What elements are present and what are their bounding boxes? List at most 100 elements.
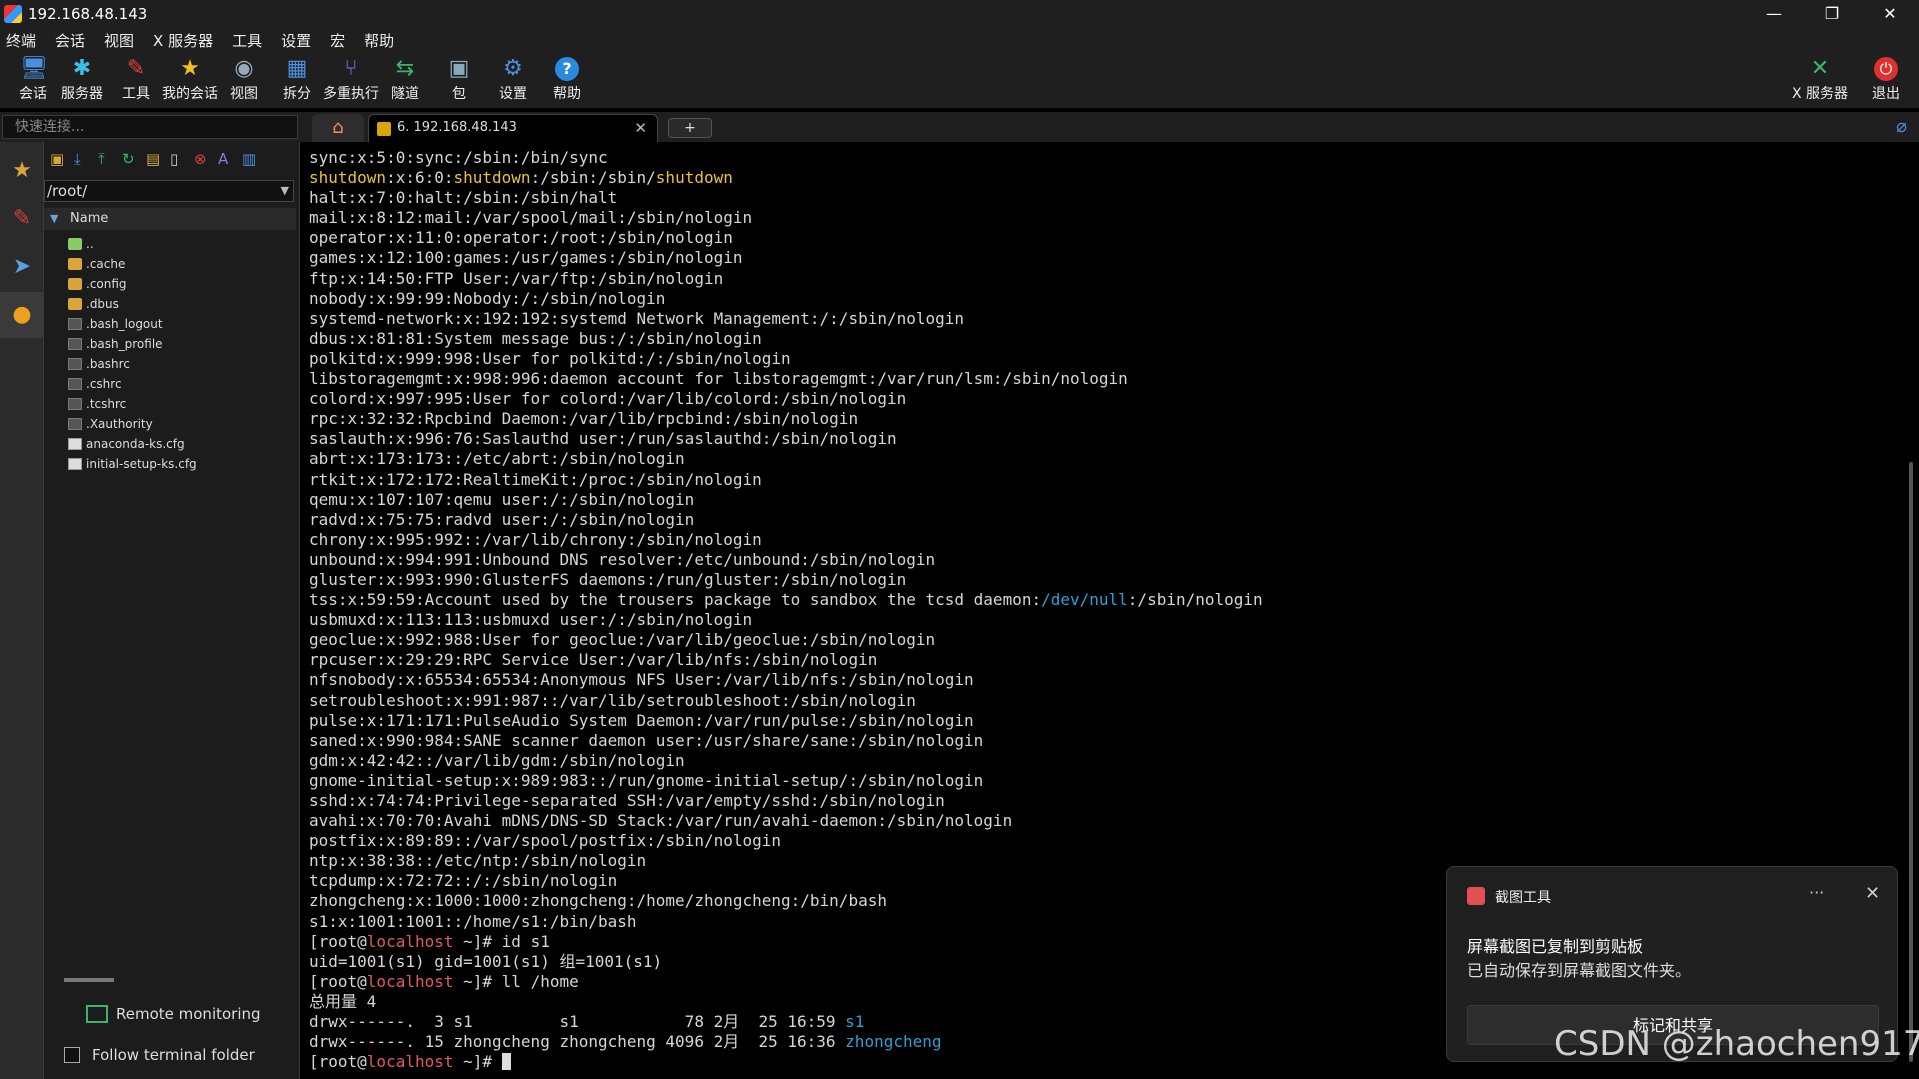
exit-button[interactable]: ⏻ 退出 [1853, 55, 1919, 105]
terminal-line: rtkit:x:172:172:RealtimeKit:/proc:/sbin/… [309, 470, 1906, 490]
notification-body: 已自动保存到屏幕截图文件夹。 [1467, 961, 1692, 980]
menu-item-3[interactable]: X 服务器 [153, 30, 213, 51]
terminal-line: postfix:x:89:89::/var/spool/postfix:/sbi… [309, 831, 1906, 851]
menu-item-6[interactable]: 宏 [330, 30, 345, 51]
terminal-line: chrony:x:995:992::/var/lib/chrony:/sbin/… [309, 530, 1906, 550]
delete-icon[interactable]: ⊗ [194, 150, 207, 168]
sftp-scrollbar[interactable] [64, 978, 114, 982]
terminal-text: zhongcheng [845, 1032, 942, 1052]
terminal-line: ftp:x:14:50:FTP User:/var/ftp:/sbin/nolo… [309, 269, 1906, 289]
close-tab-icon[interactable]: ✕ [634, 119, 647, 137]
file-row[interactable]: initial-setup-ks.cfg [44, 454, 296, 474]
file-row[interactable]: .cache [44, 254, 296, 274]
file-row[interactable]: .bashrc [44, 354, 296, 374]
package-icon: ▣ [448, 56, 470, 81]
terminal-text: :x:6:0: [386, 168, 454, 188]
toolbar-label: 设置 [499, 86, 527, 102]
remote-monitoring-button[interactable]: Remote monitoring [86, 1004, 261, 1024]
terminal-text: avahi:x:70:70:Avahi mDNS/DNS-SD Stack:/v… [309, 811, 1013, 831]
file-row[interactable]: .config [44, 274, 296, 294]
close-window-button[interactable]: ✕ [1861, 0, 1919, 28]
file-icon [68, 338, 82, 350]
file-row[interactable]: anaconda-ks.cfg [44, 434, 296, 454]
download-icon[interactable]: ⤓ [74, 150, 81, 168]
tools-icon[interactable]: ✎ [0, 196, 44, 242]
new-file-icon[interactable]: ▯ [170, 150, 178, 168]
remote-monitoring-label: Remote monitoring [116, 1005, 261, 1023]
toolbar-label: 工具 [122, 86, 150, 102]
file-icon [68, 358, 82, 370]
toolbar-label: 我的会话 [162, 86, 218, 102]
paperclip-icon[interactable]: ⌀ [1896, 116, 1907, 137]
new-tab-button[interactable]: + [668, 118, 712, 138]
menu-item-5[interactable]: 设置 [281, 30, 311, 51]
xserver-button[interactable]: ✕ X 服务器 [1787, 55, 1853, 105]
refresh-icon[interactable]: ↻ [122, 150, 135, 168]
home-icon: ⌂ [332, 117, 344, 138]
rename-icon[interactable]: A [218, 150, 228, 168]
sync-icon[interactable]: ▥ [242, 150, 256, 168]
minimize-button[interactable]: — [1745, 0, 1803, 28]
window-controls: — ❐ ✕ [1745, 0, 1919, 28]
file-row[interactable]: .dbus [44, 294, 296, 314]
upload-icon[interactable]: ⤒ [98, 150, 105, 168]
chevron-down-icon[interactable]: ▼ [281, 181, 289, 201]
file-icon [68, 438, 82, 450]
more-options-icon[interactable]: ··· [1809, 883, 1824, 902]
file-row[interactable]: .bash_logout [44, 314, 296, 334]
terminal-text: ~]# id s1 [453, 931, 550, 951]
tab-session[interactable]: 6. 192.168.48.143 ✕ [368, 114, 658, 142]
file-name: .tcshrc [86, 397, 127, 411]
terminal-text: localhost [366, 931, 454, 951]
file-row[interactable]: .cshrc [44, 374, 296, 394]
monitor-icon [86, 1005, 108, 1023]
terminal-line: unbound:x:994:991:Unbound DNS resolver:/… [309, 550, 1906, 570]
new-folder-icon[interactable]: ▤ [146, 150, 160, 168]
menu-item-7[interactable]: 帮助 [364, 30, 394, 51]
follow-terminal-folder-checkbox[interactable]: Follow terminal folder [64, 1046, 255, 1064]
terminal-line: gdm:x:42:42::/var/lib/gdm:/sbin/nologin [309, 751, 1906, 771]
quick-connect-input[interactable]: 快速连接... [2, 115, 298, 139]
terminal-text: gnome-initial-setup:x:989:983::/run/gnom… [309, 770, 984, 790]
terminal-text: rpc:x:32:32:Rpcbind Daemon:/var/lib/rpcb… [309, 409, 859, 429]
terminal-line: nobody:x:99:99:Nobody:/:/sbin/nologin [309, 289, 1906, 309]
checkbox-box[interactable] [64, 1047, 80, 1063]
tab-session-label: 6. 192.168.48.143 [397, 120, 517, 135]
terminal-line: libstoragemgmt:x:998:996:daemon account … [309, 369, 1906, 389]
terminal-line: radvd:x:75:75:radvd user:/:/sbin/nologin [309, 510, 1906, 530]
terminal-text: saned:x:990:984:SANE scanner daemon user… [309, 730, 984, 750]
menu-item-2[interactable]: 视图 [104, 30, 134, 51]
terminal-line: nfsnobody:x:65534:65534:Anonymous NFS Us… [309, 670, 1906, 690]
name-column-header[interactable]: ▼ Name [44, 208, 296, 230]
up-folder-icon[interactable]: ▣ [50, 150, 64, 168]
main-toolbar: 🖥 会话 ✱ 服务器 ✎ 工具 ★ 我的会话 ◉ 视图 ▦ 拆分 ⑂ 多重执行 ⇆ 隧道 ▣ 包 ⚙ 设置? 帮助 ✕ X … [0, 52, 1919, 108]
xserver-icon: ✕ [1810, 56, 1830, 81]
star-icon: ★ [180, 56, 200, 81]
toolbar-label: 拆分 [283, 86, 311, 102]
terminal-text: gdm:x:42:42::/var/lib/gdm:/sbin/nologin [309, 750, 685, 770]
menu-item-0[interactable]: 终端 [6, 30, 36, 51]
file-name: .bash_logout [86, 317, 163, 331]
menu-item-1[interactable]: 会话 [55, 30, 85, 51]
file-name: .bashrc [86, 357, 130, 371]
star-icon[interactable]: ★ [0, 148, 44, 194]
file-row[interactable]: .tcshrc [44, 394, 296, 414]
file-row[interactable]: .. [44, 234, 296, 254]
terminal-text: ntp:x:38:38::/etc/ntp:/sbin/nologin [309, 851, 647, 871]
terminal-scrollbar[interactable] [1909, 462, 1913, 1062]
help-button[interactable]: ? 帮助 [534, 55, 600, 105]
sftp-path-field[interactable]: /root/ ▼ [44, 180, 294, 202]
terminal-tab-icon [377, 122, 391, 136]
terminal-text: drwx------. 15 zhongcheng zhongcheng 409… [309, 1032, 846, 1052]
terminal-line: sshd:x:74:74:Privilege-separated SSH:/va… [309, 791, 1906, 811]
terminal-line: saslauth:x:996:76:Saslauthd user:/run/sa… [309, 429, 1906, 449]
send-icon[interactable]: ➤ [0, 244, 44, 290]
restore-button[interactable]: ❐ [1803, 0, 1861, 28]
file-row[interactable]: .bash_profile [44, 334, 296, 354]
file-name: .cache [86, 257, 126, 271]
file-row[interactable]: .Xauthority [44, 414, 296, 434]
close-notification-icon[interactable]: ✕ [1865, 883, 1880, 904]
sftp-icon[interactable]: ● [0, 292, 44, 338]
home-tab[interactable]: ⌂ [312, 114, 364, 142]
menu-item-4[interactable]: 工具 [232, 30, 262, 51]
